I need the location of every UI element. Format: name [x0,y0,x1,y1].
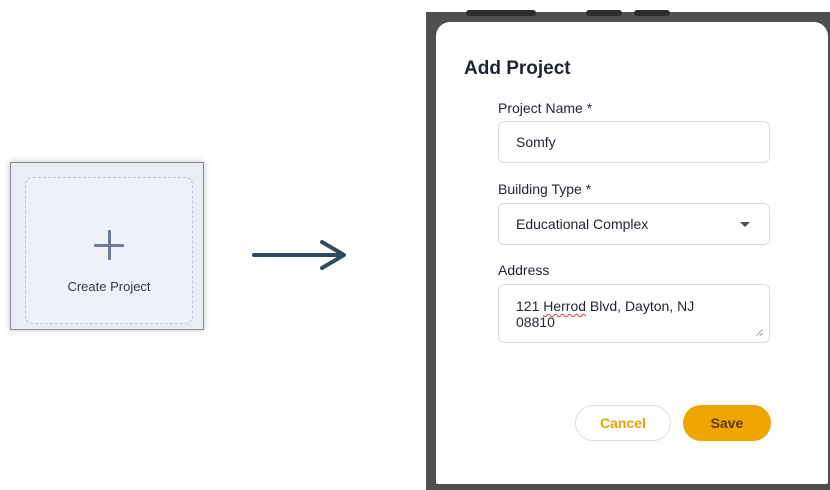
chevron-down-icon [740,222,750,227]
project-name-input[interactable]: Somfy [498,121,770,163]
project-name-label: Project Name * [498,100,593,116]
screenshot-stage: Create Project Add Project Project Name … [0,0,830,490]
background-fragment [586,10,622,16]
cancel-button[interactable]: Cancel [575,405,671,441]
arrow-right-icon [252,240,346,270]
add-project-dialog: Add Project Project Name * Somfy Buildin… [436,22,828,484]
background-fragment [634,10,670,16]
save-button[interactable]: Save [683,405,771,441]
spellcheck-word: Herrod [543,298,587,314]
address-line-2: 08810 [516,314,555,330]
create-project-tile[interactable]: Create Project [25,177,193,324]
building-type-label: Building Type * [498,181,592,197]
building-type-select[interactable]: Educational Complex [498,203,770,245]
address-line-1: 121 Herrod Blvd, Dayton, NJ [516,298,695,314]
background-fragment [466,10,536,16]
plus-icon [94,230,124,260]
address-textarea[interactable]: 121 Herrod Blvd, Dayton, NJ 08810 [498,284,770,343]
building-type-value: Educational Complex [516,216,649,232]
project-name-value: Somfy [516,134,556,150]
create-project-card-frame: Create Project [10,162,204,330]
create-project-label: Create Project [67,279,151,294]
address-label: Address [498,262,550,278]
dialog-title: Add Project [464,58,571,79]
resize-handle-icon[interactable] [755,328,763,336]
modal-overlay: Add Project Project Name * Somfy Buildin… [426,10,830,490]
